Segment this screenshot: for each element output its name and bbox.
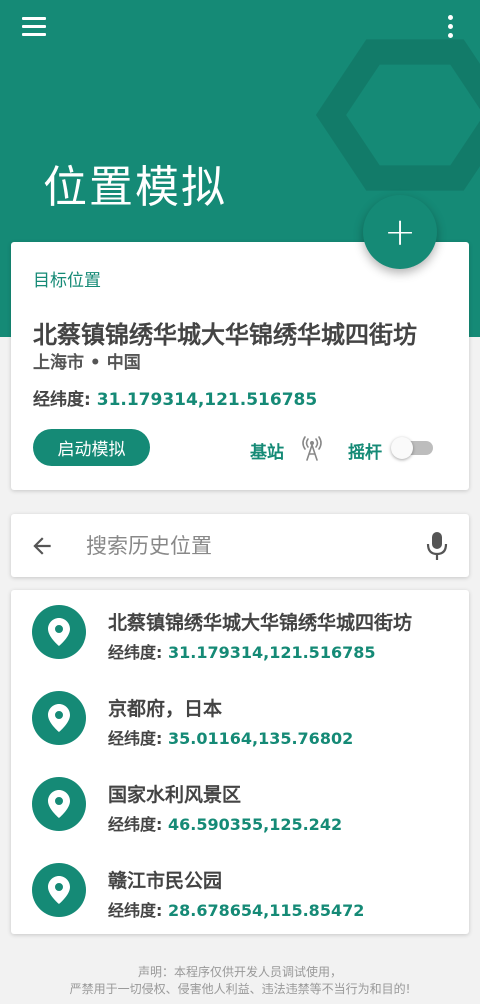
list-item[interactable]: 北蔡镇锦绣华城大华锦绣华城四街坊 经纬度: 31.179314,121.5167… bbox=[11, 590, 469, 676]
joystick-toggle[interactable] bbox=[391, 436, 435, 460]
base-station-label[interactable]: 基站 bbox=[250, 438, 284, 463]
arrow-back-icon[interactable] bbox=[29, 533, 55, 559]
list-item[interactable]: 国家水利风景区 经纬度: 46.590355,125.242 bbox=[11, 762, 469, 848]
list-item[interactable]: 赣江市民公园 经纬度: 28.678654,115.85472 bbox=[11, 848, 469, 934]
hamburger-menu-icon[interactable] bbox=[22, 13, 52, 39]
location-pin-icon bbox=[32, 777, 86, 831]
history-coordinates: 经纬度: 46.590355,125.242 bbox=[108, 811, 342, 835]
history-location-name: 赣江市民公园 bbox=[108, 870, 223, 892]
target-coordinates: 经纬度: 31.179314,121.516785 bbox=[33, 385, 317, 410]
coord-value: 35.01164,135.76802 bbox=[167, 729, 354, 748]
disclaimer-line-2: 严禁用于一切侵权、侵害他人利益、违法违禁等不当行为和目的! bbox=[69, 982, 411, 996]
history-list: 北蔡镇锦绣华城大华锦绣华城四街坊 经纬度: 31.179314,121.5167… bbox=[11, 590, 469, 934]
add-icon: + bbox=[384, 210, 416, 254]
coord-value: 31.179314,121.516785 bbox=[96, 390, 318, 410]
coord-value: 28.678654,115.85472 bbox=[167, 901, 365, 920]
background-logo-icon bbox=[315, 39, 480, 191]
coord-value: 46.590355,125.242 bbox=[167, 815, 343, 834]
coord-value: 31.179314,121.516785 bbox=[167, 643, 376, 662]
toggle-thumb bbox=[391, 437, 413, 459]
start-simulation-button[interactable]: 启动模拟 bbox=[33, 429, 150, 466]
history-location-name: 京都府，日本 bbox=[108, 698, 223, 720]
disclaimer-text: 声明：本程序仅供开发人员调试使用， 严禁用于一切侵权、侵害他人利益、违法违禁等不… bbox=[0, 964, 480, 998]
disclaimer-line-1: 声明：本程序仅供开发人员调试使用， bbox=[137, 965, 342, 979]
coord-label: 经纬度: bbox=[108, 729, 163, 748]
history-coordinates: 经纬度: 31.179314,121.516785 bbox=[108, 639, 375, 663]
target-location-region: 上海市 • 中国 bbox=[33, 353, 141, 373]
search-bar bbox=[11, 514, 469, 577]
coord-label: 经纬度: bbox=[108, 901, 163, 920]
location-pin-icon bbox=[32, 863, 86, 917]
search-input[interactable] bbox=[86, 528, 406, 564]
add-location-button[interactable]: + bbox=[363, 195, 437, 269]
history-coordinates: 经纬度: 35.01164,135.76802 bbox=[108, 725, 353, 749]
list-item[interactable]: 京都府，日本 经纬度: 35.01164,135.76802 bbox=[11, 676, 469, 762]
cell-tower-icon[interactable] bbox=[301, 435, 323, 461]
history-location-name: 国家水利风景区 bbox=[108, 784, 242, 806]
history-coordinates: 经纬度: 28.678654,115.85472 bbox=[108, 897, 364, 921]
more-vert-icon[interactable] bbox=[442, 12, 458, 40]
target-location-card: 目标位置 北蔡镇锦绣华城大华锦绣华城四街坊 上海市 • 中国 经纬度: 31.1… bbox=[11, 242, 469, 490]
coord-label: 经纬度: bbox=[108, 815, 163, 834]
coord-label: 经纬度: bbox=[108, 643, 163, 662]
history-location-name: 北蔡镇锦绣华城大华锦绣华城四街坊 bbox=[108, 612, 413, 634]
location-pin-icon bbox=[32, 691, 86, 745]
joystick-label: 摇杆 bbox=[348, 443, 382, 463]
target-location-label: 目标位置 bbox=[33, 271, 101, 291]
target-location-name: 北蔡镇锦绣华城大华锦绣华城四街坊 bbox=[33, 321, 417, 349]
page-title: 位置模拟 bbox=[43, 162, 227, 213]
location-pin-icon bbox=[32, 605, 86, 659]
microphone-icon[interactable] bbox=[425, 530, 449, 562]
coord-label: 经纬度: bbox=[33, 390, 91, 410]
